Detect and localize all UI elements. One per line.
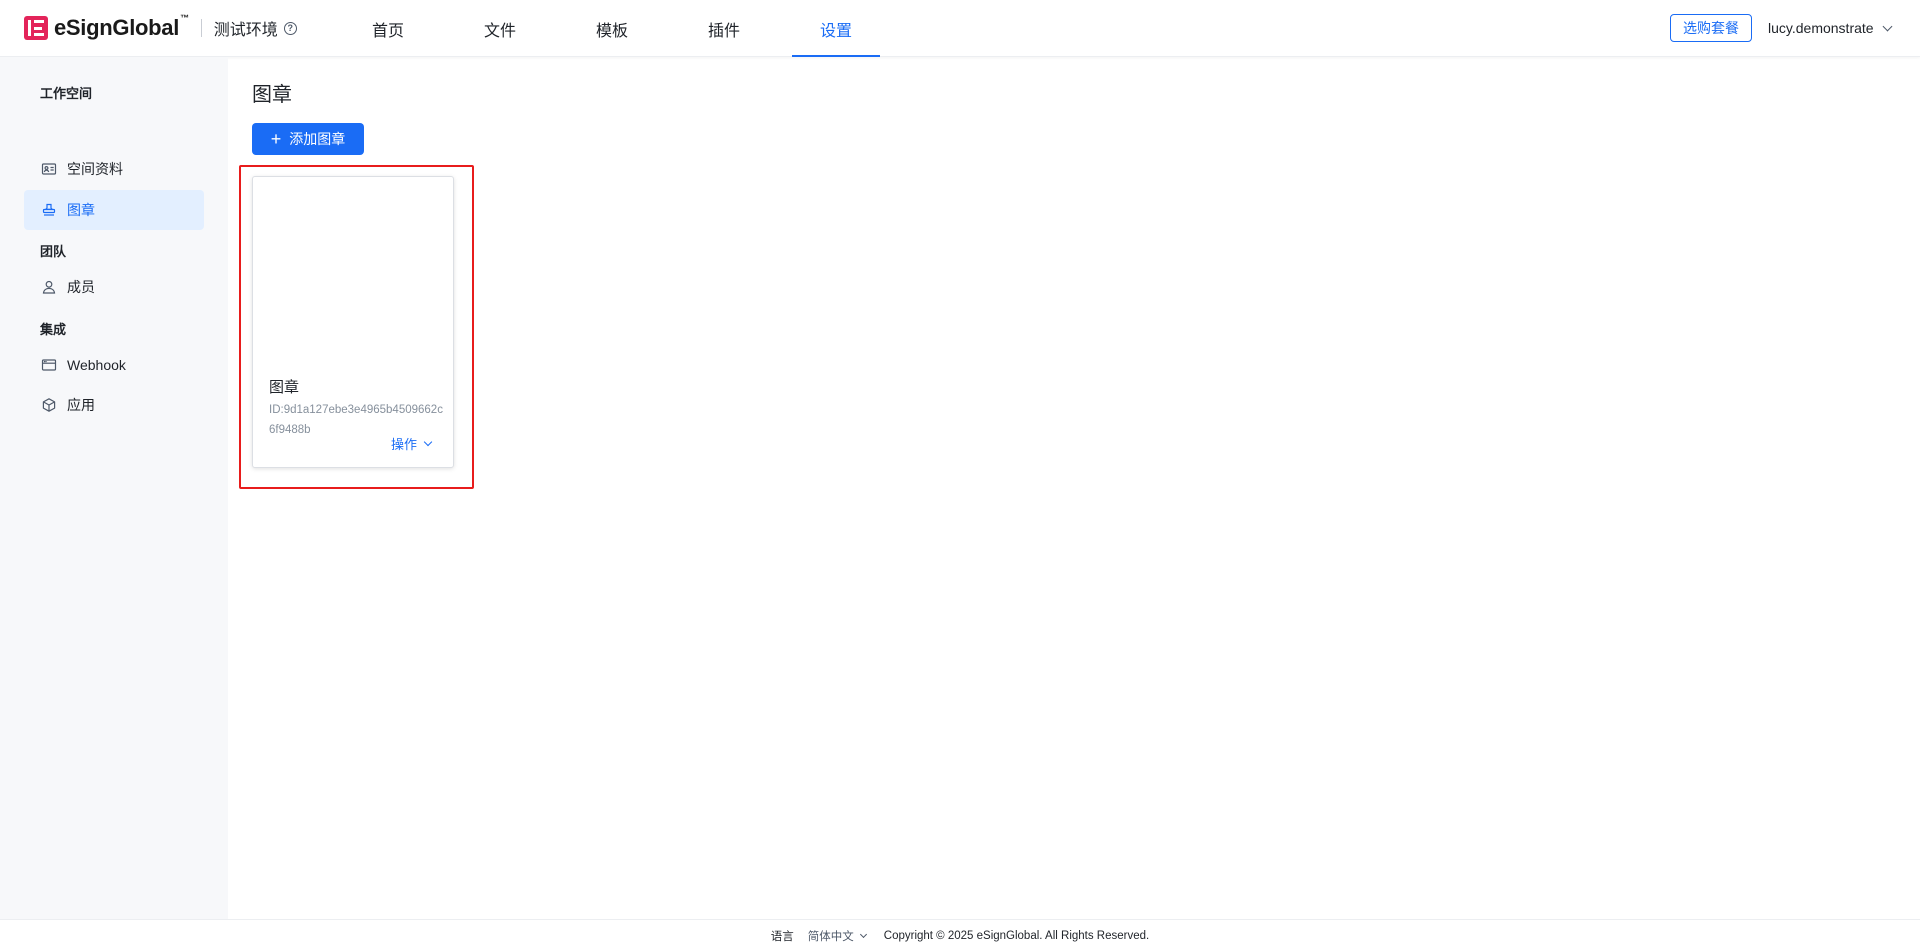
main-nav: 首页 文件 模板 插件 设置 — [332, 0, 892, 57]
nav-plugins[interactable]: 插件 — [668, 0, 780, 57]
seal-actions-dropdown[interactable]: 操作 — [391, 434, 433, 453]
brand-divider — [200, 19, 202, 37]
seal-preview-image — [253, 177, 453, 367]
user-menu[interactable]: lucy.demonstrate — [1768, 18, 1893, 38]
stamp-icon — [41, 202, 57, 218]
browser-window-icon — [41, 357, 57, 373]
choose-plan-button[interactable]: 选购套餐 — [1670, 14, 1752, 42]
chevron-down-icon — [859, 930, 867, 939]
plus-icon: + — [270, 129, 282, 149]
seal-card[interactable]: 图章 ID:9d1a127ebe3e4965b4509662c6f9488b 操… — [252, 176, 454, 468]
user-name: lucy.demonstrate — [1768, 20, 1874, 36]
sidebar-item-label: 成员 — [67, 279, 95, 295]
sidebar-item-members[interactable]: 成员 — [24, 267, 204, 307]
copyright-text: Copyright © 2025 eSignGlobal. All Rights… — [883, 930, 1150, 942]
add-seal-button[interactable]: + 添加图章 — [252, 123, 364, 155]
environment-label: 测试环境 — [213, 22, 278, 39]
top-header: eSignGlobal™ 测试环境 ? 首页 文件 模板 插件 设置 选购套餐 … — [0, 0, 1920, 57]
add-seal-label: 添加图章 — [289, 131, 346, 147]
sidebar-item-label: Webhook — [67, 357, 126, 373]
language-label: 语言 — [770, 931, 794, 943]
nav-files[interactable]: 文件 — [444, 0, 556, 57]
seal-name: 图章 — [269, 379, 300, 396]
chevron-down-icon — [423, 437, 433, 447]
sidebar-item-label: 空间资料 — [67, 161, 123, 177]
chevron-down-icon — [1882, 21, 1893, 31]
sidebar-item-label: 应用 — [67, 397, 95, 413]
page-footer: 语言 简体中文 Copyright © 2025 eSignGlobal. Al… — [0, 919, 1920, 952]
esignglobal-logo-icon — [24, 16, 48, 40]
help-circle-icon[interactable]: ? — [283, 21, 297, 35]
nav-home[interactable]: 首页 — [332, 0, 444, 57]
settings-sidebar: 工作空间 空间资料 品牌 — [0, 57, 228, 919]
page-title: 图章 — [252, 84, 292, 106]
sidebar-item-workspace-profile[interactable]: 空间资料 — [24, 149, 204, 189]
sidebar-group-workspace: 工作空间 — [40, 86, 93, 101]
sidebar-item-webhook[interactable]: Webhook — [24, 345, 204, 385]
user-icon — [41, 279, 57, 295]
language-value: 简体中文 — [807, 931, 854, 943]
nav-templates[interactable]: 模板 — [556, 0, 668, 57]
id-card-icon — [41, 161, 57, 177]
nav-settings[interactable]: 设置 — [780, 0, 892, 57]
brand-name: eSignGlobal™ — [54, 13, 189, 40]
sidebar-item-apps[interactable]: 应用 — [24, 385, 204, 425]
seal-actions-label: 操作 — [391, 437, 418, 452]
sidebar-item-seals[interactable]: 图章 — [24, 190, 204, 230]
cube-icon — [41, 397, 57, 413]
sidebar-item-label: 图章 — [67, 202, 95, 218]
sidebar-group-integration: 集成 — [40, 322, 67, 337]
sidebar-group-team: 团队 — [40, 244, 67, 259]
brand-logo[interactable]: eSignGlobal™ 测试环境 ? — [24, 13, 297, 41]
language-select[interactable]: 简体中文 — [807, 928, 867, 944]
